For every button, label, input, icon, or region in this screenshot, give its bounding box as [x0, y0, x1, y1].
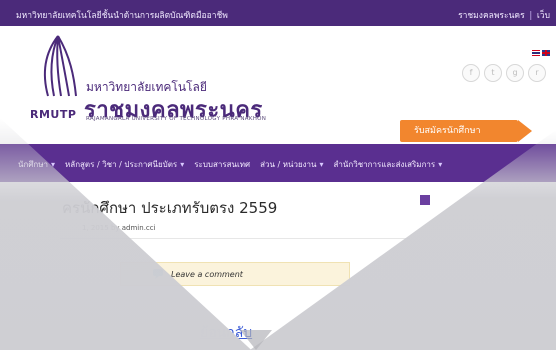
fold-shadow — [240, 330, 272, 350]
nav-item-label: นักศึกษา — [18, 160, 48, 169]
nav-item-students[interactable]: นักศึกษา ▾ — [18, 158, 55, 171]
nav-item-label: สำนักวิชาการและส่งเสริมการ — [333, 160, 436, 169]
comment-bar[interactable]: Leave a comment — [120, 262, 350, 286]
university-name-english: RAJAMANGALA UNIVERSITY OF TECHNOLOGY PHR… — [86, 116, 267, 122]
top-links: ราชมงคลพระนคร | เว็บ — [458, 8, 550, 22]
chevron-down-icon: ▾ — [438, 160, 443, 169]
post-meta: 1, 2015 by admin.cci — [82, 224, 156, 232]
university-logo-icon[interactable] — [34, 34, 82, 100]
chevron-down-icon: ▾ — [51, 160, 56, 169]
nav-item-label: หลักสูตร / วิชา / ประกาศนียบัตร — [65, 160, 178, 169]
tagline: มหาวิทยาลัยเทคโนโลยีชั้นนำด้านการผลิตบัณ… — [16, 11, 228, 21]
nav-item-information-systems[interactable]: ระบบสารสนเทศ — [194, 158, 250, 171]
chevron-down-icon: ▾ — [180, 160, 185, 169]
facebook-icon[interactable]: f — [462, 64, 480, 82]
post-title[interactable]: ครนักศึกษา ประเภทรับตรง 2559 — [62, 196, 277, 220]
main-navigation: นักศึกษา ▾ หลักสูตร / วิชา / ประกาศนียบัต… — [0, 144, 556, 182]
rss-icon[interactable]: r — [528, 64, 546, 82]
top-bar: มหาวิทยาลัยเทคโนโลยีชั้นนำด้านการผลิตบัณ… — [0, 0, 556, 26]
nav-items: นักศึกษา ▾ หลักสูตร / วิชา / ประกาศนียบัต… — [18, 158, 442, 171]
top-link-rmutp[interactable]: ราชมงคลพระนคร — [458, 11, 525, 21]
nav-item-departments[interactable]: ส่วน / หน่วยงาน ▾ — [260, 158, 323, 171]
google-plus-icon[interactable]: g — [506, 64, 524, 82]
comment-icon — [153, 269, 163, 279]
sidebar-tab — [420, 195, 430, 205]
twitter-icon[interactable]: t — [484, 64, 502, 82]
top-link-separator: | — [529, 11, 533, 21]
english-flag-icon[interactable] — [542, 50, 550, 56]
screenshot-stage: มหาวิทยาลัยเทคโนโลยีชั้นนำด้านการผลิตบัณ… — [0, 0, 556, 350]
divider — [60, 238, 410, 239]
leave-comment-link[interactable]: Leave a comment — [171, 270, 243, 279]
logo-abbreviation: RMUTP — [30, 108, 77, 121]
top-link-web[interactable]: เว็บ — [537, 11, 550, 21]
social-links: f t g r — [462, 64, 546, 82]
apply-admission-button[interactable]: รับสมัครนักศึกษา — [400, 120, 532, 142]
thai-flag-icon[interactable] — [532, 50, 540, 56]
nav-item-curriculum[interactable]: หลักสูตร / วิชา / ประกาศนียบัตร ▾ — [65, 158, 184, 171]
nav-item-label: ระบบสารสนเทศ — [194, 160, 251, 169]
web-page: มหาวิทยาลัยเทคโนโลยีชั้นนำด้านการผลิตบัณ… — [0, 0, 556, 350]
nav-item-academic-office[interactable]: สำนักวิชาการและส่งเสริมการ ▾ — [334, 158, 443, 171]
language-switcher — [532, 50, 550, 56]
apply-admission-label: รับสมัครนักศึกษา — [414, 126, 481, 136]
chevron-down-icon: ▾ — [319, 160, 324, 169]
nav-item-label: ส่วน / หน่วยงาน — [260, 160, 317, 169]
arrow-right-icon — [518, 120, 532, 142]
